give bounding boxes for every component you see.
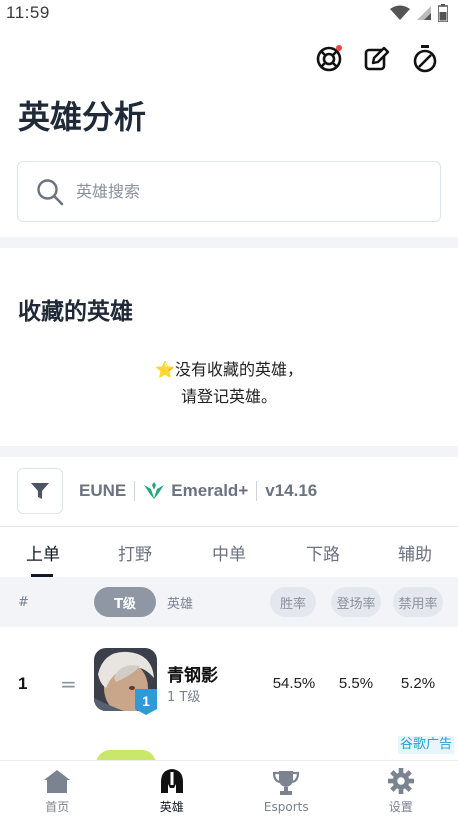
search-icon xyxy=(37,178,64,205)
table-row[interactable]: 1 = 1 青钢影 1 T级 54.5% 5.5% 5.2% xyxy=(0,644,458,720)
search-input[interactable] xyxy=(76,182,406,201)
rank-trend: = xyxy=(60,672,77,696)
filter-button[interactable] xyxy=(17,468,63,514)
col-banrate-header[interactable]: 禁用率 xyxy=(393,587,443,617)
emerald-tier-icon xyxy=(144,482,165,499)
col-pickrate-header[interactable]: 登场率 xyxy=(331,587,381,617)
ban-rate: 5.2% xyxy=(400,675,436,692)
nav-esports[interactable]: Esports xyxy=(229,761,344,820)
pick-rate: 5.5% xyxy=(338,675,374,692)
search-box[interactable] xyxy=(17,161,441,222)
status-icons xyxy=(390,4,448,22)
col-tier-header[interactable]: T级 xyxy=(94,587,156,617)
separator xyxy=(134,481,136,501)
nav-settings-label: 设置 xyxy=(388,800,413,814)
champion-tier: 1 T级 xyxy=(167,690,201,705)
nav-esports-label: Esports xyxy=(263,799,309,814)
nav-champions[interactable]: 英雄 xyxy=(115,761,230,820)
col-winrate-header[interactable]: 胜率 xyxy=(270,587,316,617)
nav-settings[interactable]: 设置 xyxy=(344,761,458,820)
status-bar: 11:59 xyxy=(0,0,458,26)
champion-name: 青钢影 xyxy=(167,666,218,686)
tier-label: Emerald+ xyxy=(171,481,249,500)
table-header: # T级 英雄 胜率 登场率 禁用率 xyxy=(0,577,458,627)
section-divider xyxy=(0,446,458,457)
wifi-icon xyxy=(390,5,410,20)
favorites-empty-message: ⭐没有收藏的英雄， 请登记英雄。 xyxy=(0,356,458,410)
bottom-nav: 首页 英雄 Esports 设置 xyxy=(0,760,458,820)
row-rank: 1 xyxy=(18,674,28,693)
favorites-empty-line1: ⭐没有收藏的英雄， xyxy=(155,360,303,379)
battery-icon xyxy=(438,4,448,22)
page-title: 英雄分析 xyxy=(18,98,147,136)
ad-label[interactable]: 谷歌广告 xyxy=(398,736,455,754)
edit-icon xyxy=(364,46,390,71)
separator xyxy=(256,481,258,501)
win-rate: 54.5% xyxy=(272,675,316,692)
tab-top[interactable]: 上单 xyxy=(0,527,86,577)
edit-button[interactable] xyxy=(362,44,392,74)
status-time: 11:59 xyxy=(6,3,50,22)
tab-jungle[interactable]: 打野 xyxy=(92,527,178,577)
col-champion-header: 英雄 xyxy=(167,596,194,612)
tab-support[interactable]: 辅助 xyxy=(372,527,458,577)
signal-icon xyxy=(417,6,431,20)
header-actions xyxy=(314,44,440,74)
gear-icon xyxy=(387,768,414,794)
trophy-icon xyxy=(273,770,300,795)
tab-mid[interactable]: 中单 xyxy=(186,527,272,577)
filter-row: EUNE Emerald+ v14.16 xyxy=(17,468,447,514)
favorites-empty-line2: 请登记英雄。 xyxy=(180,387,277,406)
region-label: EUNE xyxy=(79,481,127,500)
timer-icon xyxy=(413,45,437,73)
nav-home-label: 首页 xyxy=(45,800,70,814)
filter-summary[interactable]: EUNE Emerald+ v14.16 xyxy=(79,481,317,501)
champion-helmet-icon xyxy=(160,769,183,793)
tier-badge: 1 xyxy=(135,689,157,715)
version-label: v14.16 xyxy=(265,481,318,500)
funnel-icon xyxy=(31,483,49,499)
notification-dot xyxy=(336,45,342,51)
tier-badge-number: 1 xyxy=(142,693,150,709)
lane-tabs: 上单 打野 中单 下路 辅助 xyxy=(0,527,458,577)
tab-bot[interactable]: 下路 xyxy=(280,527,366,577)
section-divider xyxy=(0,237,458,248)
nav-champions-label: 英雄 xyxy=(159,800,184,814)
nav-home[interactable]: 首页 xyxy=(0,761,115,820)
favorites-title: 收藏的英雄 xyxy=(18,299,133,325)
support-button[interactable] xyxy=(314,44,344,74)
home-icon xyxy=(44,770,71,793)
col-rank-header: # xyxy=(18,594,29,610)
timer-button[interactable] xyxy=(410,44,440,74)
